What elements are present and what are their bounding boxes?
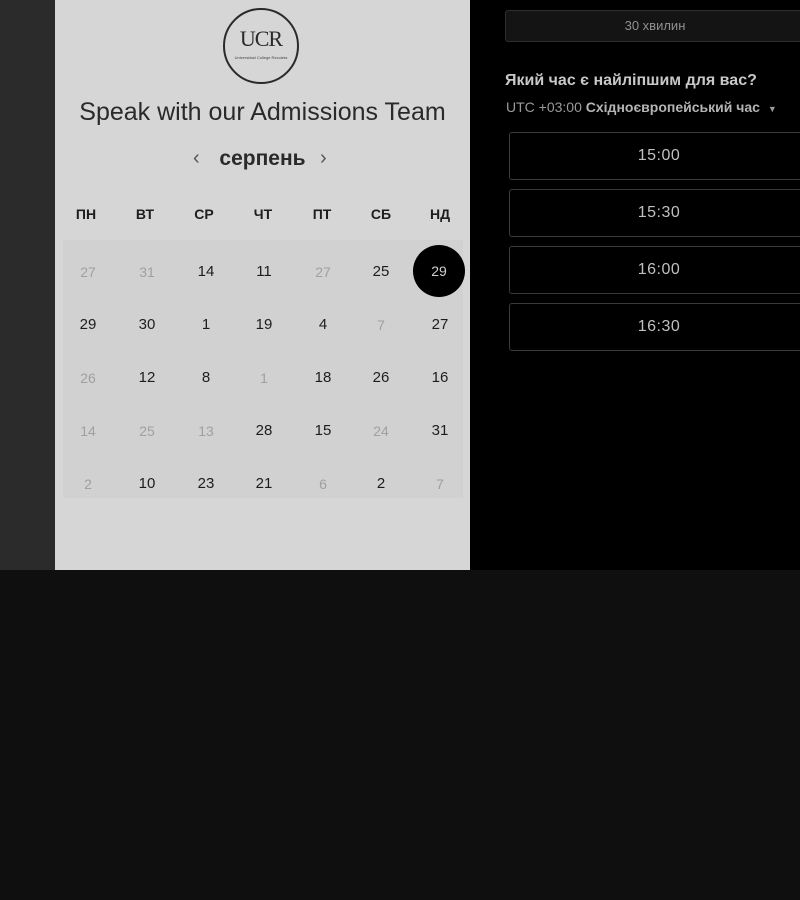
chevron-right-icon[interactable]: › [320,147,327,170]
ucr-logo: UCR Universidad College Recoleta [223,8,299,84]
weekday-wed: СР [194,206,214,222]
duration-button[interactable]: 30 хвилин [505,10,800,42]
calendar-day-selected[interactable]: 29 [413,245,465,297]
time-question-heading: Який час є найліпшим для вас? [505,72,757,89]
calendar-day[interactable]: 28 [239,416,289,446]
calendar-day[interactable]: 21 [239,469,289,499]
calendar-day[interactable]: 16 [415,363,465,393]
calendar-day[interactable]: 18 [298,363,348,393]
left-sidebar-strip [0,0,55,570]
calendar-day: 7 [377,317,385,333]
weekday-sun: НД [429,206,451,222]
time-slot-button[interactable]: 16:30 [509,303,800,351]
calendar-day: 13 [198,423,214,439]
calendar-day[interactable]: 15 [298,416,348,446]
calendar-day[interactable]: 10 [122,469,172,499]
calendar-day[interactable]: 12 [122,363,172,393]
weekday-mon: ПН [75,206,97,222]
timezone-selector[interactable]: UTC +03:00 Східноєвропейський час ▼ [506,99,777,115]
calendar-day: 27 [80,264,96,280]
calendar-day[interactable]: 2 [356,469,406,499]
weekday-thu: ЧТ [253,206,273,222]
calendar-day: 1 [260,370,268,386]
calendar-day[interactable]: 30 [122,310,172,340]
calendar-card: UCR Universidad College Recoleta Speak w… [55,0,470,570]
weekday-sat: СБ [370,206,392,222]
calendar-day: 25 [139,423,155,439]
time-slot-button[interactable]: 15:00 [509,132,800,180]
calendar-day[interactable]: 1 [181,310,231,340]
time-slot-button[interactable]: 15:30 [509,189,800,237]
calendar-day[interactable]: 23 [181,469,231,499]
calendar-day[interactable]: 29 [63,310,113,340]
calendar-day: 2 [84,476,92,492]
booking-page: UCR Universidad College Recoleta Speak w… [0,0,800,570]
caret-down-icon: ▼ [767,104,777,114]
calendar-day[interactable]: 25 [356,257,406,287]
calendar-day: 31 [139,264,155,280]
calendar-day[interactable]: 19 [239,310,289,340]
calendar-day[interactable]: 31 [415,416,465,446]
card-title: Speak with our Admissions Team [79,98,446,126]
calendar-day: 14 [80,423,96,439]
calendar-day[interactable]: 11 [239,257,289,287]
calendar-day: 24 [373,423,389,439]
month-label: серпень [219,147,306,170]
logo-text: UCR [239,26,283,51]
calendar-day[interactable]: 8 [181,363,231,393]
calendar-day[interactable]: 14 [181,257,231,287]
month-navigation: ‹ серпень › [55,145,470,175]
weekday-fri: ПТ [312,206,332,222]
calendar-day[interactable]: 26 [356,363,406,393]
calendar-day: 7 [436,476,444,492]
calendar-day[interactable]: 27 [415,310,465,340]
time-slot-button[interactable]: 16:00 [509,246,800,294]
timezone-offset: UTC +03:00 [506,99,582,115]
calendar-day: 27 [315,264,331,280]
logo-subtext: Universidad College Recoleta [234,55,288,60]
calendar-day[interactable]: 4 [298,310,348,340]
calendar-day: 26 [80,370,96,386]
page-overlay-bottom [0,570,800,900]
weekday-tue: ВТ [135,206,155,222]
calendar-day: 6 [319,476,327,492]
timezone-name: Східноєвропейський час [585,99,760,115]
